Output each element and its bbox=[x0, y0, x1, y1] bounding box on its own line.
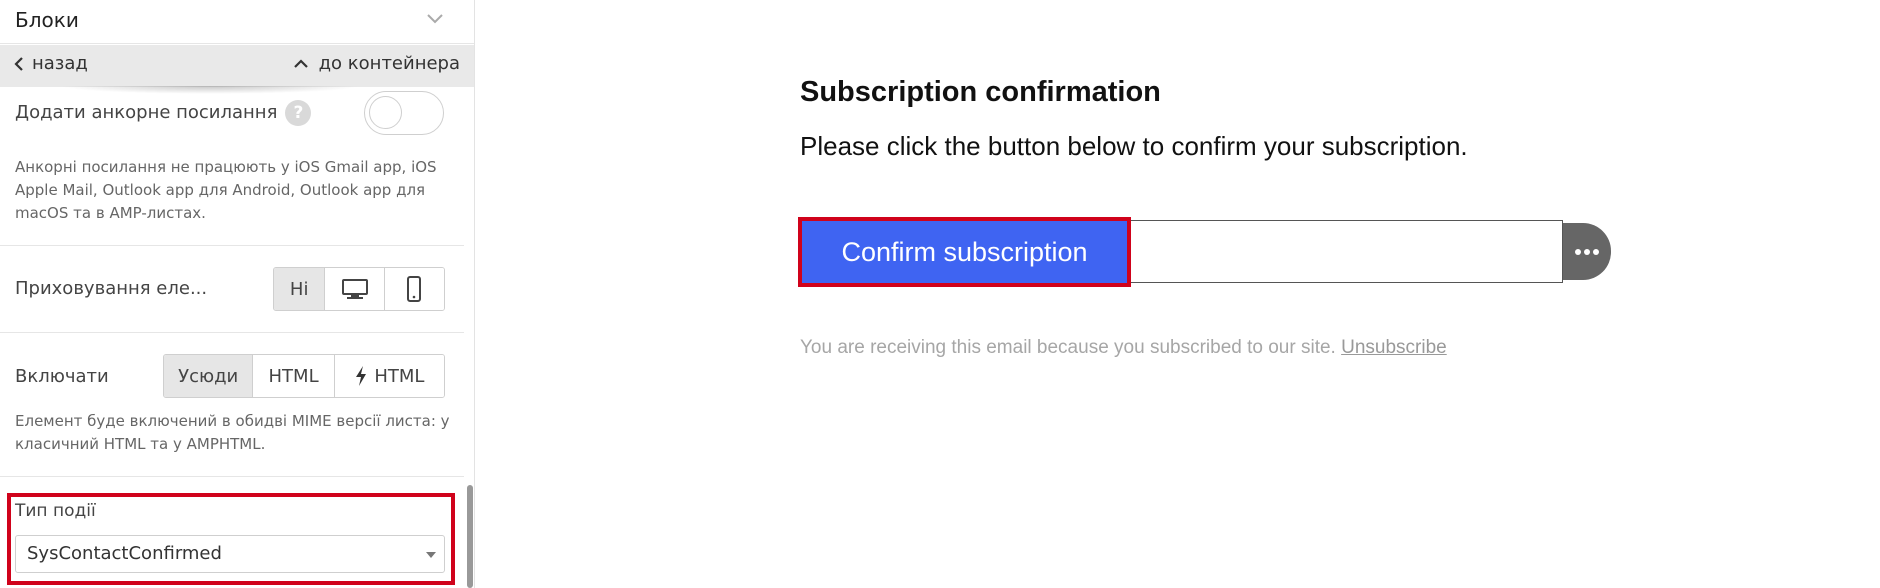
include-label: Включати bbox=[15, 366, 109, 387]
event-type-value: SysContactConfirmed bbox=[27, 543, 222, 564]
hide-desktop-option[interactable] bbox=[325, 268, 385, 310]
nav-shadow bbox=[60, 86, 360, 94]
divider bbox=[0, 245, 464, 246]
email-footer: You are receiving this email because you… bbox=[800, 337, 1447, 359]
include-everywhere-option[interactable]: Усюди bbox=[164, 355, 254, 397]
to-container-label: до контейнера bbox=[318, 53, 460, 74]
hide-mobile-option[interactable] bbox=[384, 268, 444, 310]
amphtml-label: HTML bbox=[374, 365, 425, 387]
desktop-icon bbox=[341, 279, 368, 299]
hide-element-segmented: Ні bbox=[273, 267, 445, 311]
unsubscribe-link[interactable]: Unsubscribe bbox=[1341, 337, 1447, 358]
to-container-button[interactable]: до контейнера bbox=[293, 53, 460, 74]
blocks-header[interactable]: Блоки bbox=[0, 0, 474, 44]
back-button[interactable]: назад bbox=[14, 53, 88, 74]
lightning-icon bbox=[356, 366, 367, 386]
email-body-text: Please click the button below to confirm… bbox=[800, 131, 1468, 161]
hint-line: класичний HTML та у AMPHTML. bbox=[15, 435, 266, 453]
help-icon[interactable]: ? bbox=[285, 100, 312, 126]
blocks-title: Блоки bbox=[15, 8, 79, 32]
sidebar-nav-bar: назад до контейнера bbox=[0, 45, 474, 87]
hint-line: Анкорні посилання не працюють у iOS Gmai… bbox=[15, 158, 437, 176]
divider bbox=[0, 476, 464, 477]
include-hint: Елемент буде включений в обидві MIME вер… bbox=[15, 410, 455, 456]
chevron-down-icon[interactable] bbox=[422, 6, 448, 32]
event-type-label: Тип події bbox=[15, 501, 96, 521]
more-dots-icon bbox=[1575, 248, 1599, 255]
include-html-option[interactable]: HTML bbox=[253, 355, 335, 397]
confirm-subscription-button[interactable]: Confirm subscription bbox=[798, 217, 1131, 287]
hint-line: Елемент буде включений в обидві MIME вер… bbox=[15, 412, 450, 430]
anchor-link-label: Додати анкорне посилання bbox=[15, 102, 278, 123]
dropdown-caret-icon bbox=[426, 552, 436, 558]
anchor-link-hint: Анкорні посилання не працюють у iOS Gmai… bbox=[15, 156, 455, 225]
hint-line: macOS та в AMP-листах. bbox=[15, 204, 206, 222]
include-segmented: Усюди HTML HTML bbox=[163, 354, 445, 398]
email-title: Subscription confirmation bbox=[800, 76, 1161, 108]
anchor-link-toggle[interactable] bbox=[364, 91, 444, 135]
event-type-select[interactable]: SysContactConfirmed bbox=[15, 535, 445, 573]
toggle-knob bbox=[369, 96, 402, 129]
chevron-left-icon bbox=[14, 56, 23, 71]
anchor-link-row: Додати анкорне посилання? bbox=[15, 100, 312, 126]
sidebar-scrollbar[interactable] bbox=[467, 485, 473, 588]
hint-line: Apple Mail, Outlook app для Android, Out… bbox=[15, 181, 426, 199]
footer-text: You are receiving this email because you… bbox=[800, 337, 1336, 358]
hide-element-label: Приховування еле... bbox=[15, 278, 208, 299]
mobile-icon bbox=[407, 276, 422, 302]
block-more-button[interactable] bbox=[1563, 223, 1611, 280]
include-amphtml-option[interactable]: HTML bbox=[334, 355, 444, 397]
back-label: назад bbox=[32, 53, 88, 74]
hide-none-option[interactable]: Ні bbox=[274, 268, 326, 310]
settings-sidebar: Блоки назад до контейнера Додати анкорне… bbox=[0, 0, 475, 588]
divider bbox=[0, 332, 464, 333]
chevron-up-icon bbox=[293, 58, 308, 68]
